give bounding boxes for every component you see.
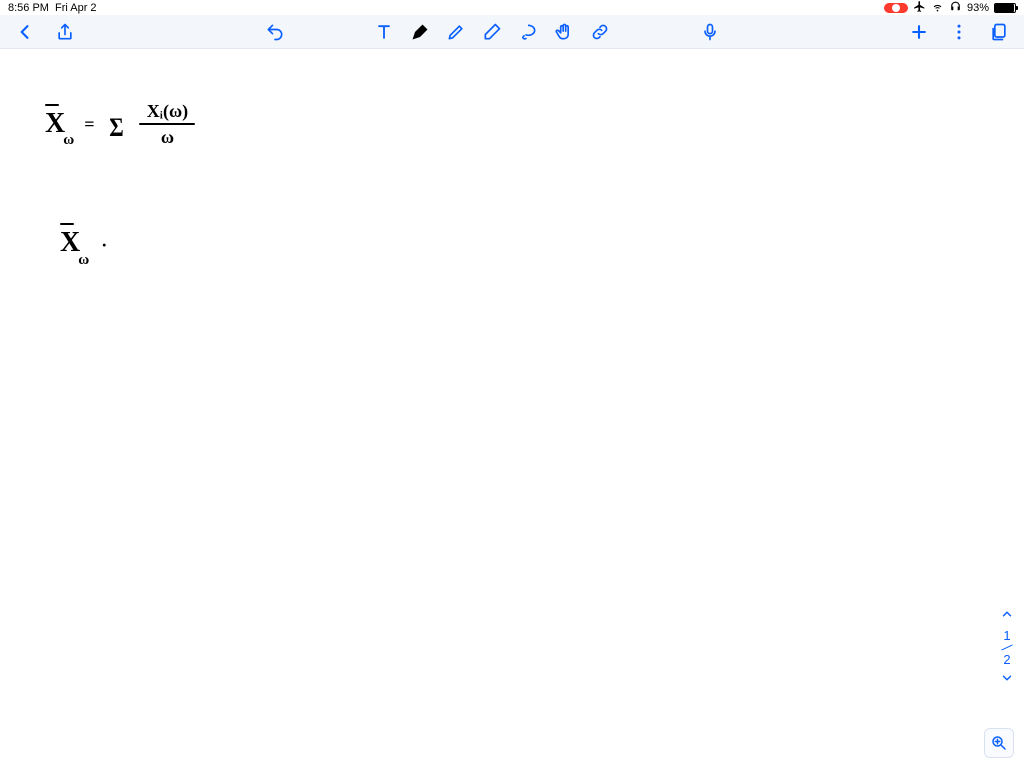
lasso-tool-button[interactable] — [517, 21, 539, 43]
pen-tool-button[interactable] — [409, 21, 431, 43]
sigma-symbol: Σ — [110, 115, 124, 141]
share-button[interactable] — [54, 21, 76, 43]
more-button[interactable] — [948, 21, 970, 43]
note-canvas[interactable]: Xω = Σ Xᵢ(ω) ω Xω · 1 2 — [0, 49, 1024, 768]
eraser-tool-button[interactable] — [481, 21, 503, 43]
page-total: 2 — [1003, 652, 1010, 667]
headphones-icon — [949, 0, 962, 16]
equation-1: Xω = Σ Xᵢ(ω) ω — [45, 104, 195, 148]
toolbar-mic-group — [699, 21, 721, 43]
link-tool-button[interactable] — [589, 21, 611, 43]
dot: · — [101, 236, 107, 254]
equals-sign: = — [84, 115, 94, 133]
back-button[interactable] — [14, 21, 36, 43]
undo-button[interactable] — [264, 21, 286, 43]
highlighter-tool-button[interactable] — [445, 21, 467, 43]
status-date: Fri Apr 2 — [55, 2, 97, 14]
wifi-icon — [931, 0, 944, 16]
toolbar-center — [373, 21, 611, 43]
toolbar — [0, 15, 1024, 49]
toolbar-undo-group — [264, 21, 286, 43]
equation-2: Xω · — [60, 229, 107, 262]
page-down-button[interactable] — [1000, 671, 1014, 688]
page-up-button[interactable] — [1000, 607, 1014, 624]
status-right: 93% — [884, 0, 1016, 16]
fraction-denominator: ω — [157, 128, 178, 146]
toolbar-left — [14, 21, 76, 43]
pages-button[interactable] — [988, 21, 1010, 43]
status-bar: 8:56 PM Fri Apr 2 93% — [0, 0, 1024, 15]
screen-record-indicator[interactable] — [884, 3, 908, 13]
battery-icon — [994, 3, 1016, 13]
pan-tool-button[interactable] — [553, 21, 575, 43]
add-button[interactable] — [908, 21, 930, 43]
battery-percent: 93% — [967, 2, 989, 14]
page-navigator: 1 2 — [1000, 607, 1014, 688]
page-current: 1 — [1003, 628, 1010, 643]
text-tool-button[interactable] — [373, 21, 395, 43]
status-time: 8:56 PM — [8, 2, 49, 14]
toolbar-right — [908, 21, 1010, 43]
airplane-icon — [913, 0, 926, 16]
fraction-numerator: Xᵢ(ω) — [143, 102, 192, 120]
fraction-bar — [139, 123, 195, 125]
zoom-in-button[interactable] — [984, 728, 1014, 758]
microphone-button[interactable] — [699, 21, 721, 43]
xbar-symbol: Xω — [45, 110, 76, 143]
xbar-symbol-2: Xω — [60, 229, 91, 262]
fraction: Xᵢ(ω) ω — [139, 102, 195, 146]
status-left: 8:56 PM Fri Apr 2 — [8, 2, 97, 14]
page-separator — [1001, 645, 1012, 651]
